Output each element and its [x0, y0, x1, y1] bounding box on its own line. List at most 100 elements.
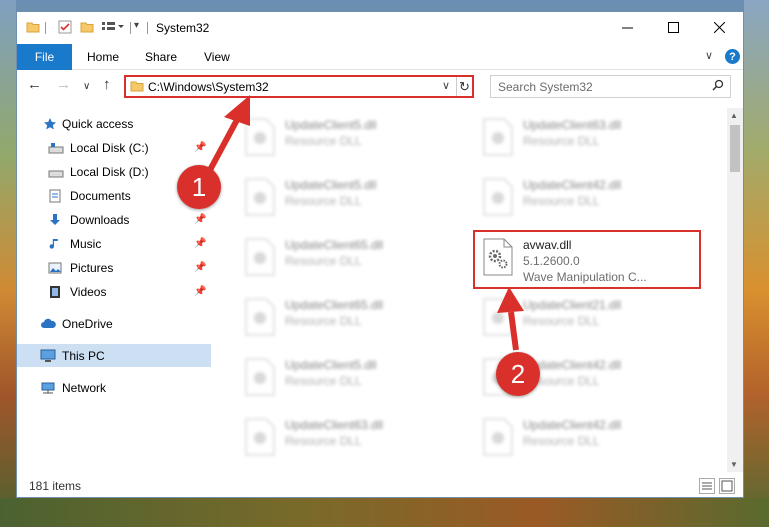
- sidebar-item-label: Music: [70, 236, 102, 251]
- list-item[interactable]: UpdateClient65.dll Resource DLL: [237, 292, 459, 348]
- network-icon: [40, 381, 56, 395]
- vertical-scrollbar[interactable]: ▲ ▼: [727, 108, 743, 472]
- minimize-button[interactable]: [604, 12, 650, 42]
- scroll-thumb[interactable]: [730, 125, 740, 172]
- sidebar-item-label: Pictures: [70, 260, 114, 275]
- file-type: Resource DLL: [523, 314, 600, 328]
- address-bar[interactable]: C:\Windows\System32 ∨ ↻: [124, 75, 474, 98]
- drive-icon: [48, 141, 64, 155]
- properties-icon[interactable]: [58, 20, 72, 37]
- selected-file-highlight: [473, 230, 701, 289]
- quick-access-dropdown-icon[interactable]: ▾: [134, 20, 139, 31]
- search-placeholder: Search System32: [498, 80, 593, 94]
- sidebar-item-label: Documents: [70, 188, 131, 203]
- list-item[interactable]: UpdateClient5.dll Resource DLL: [237, 172, 459, 228]
- scroll-down-icon[interactable]: ▼: [730, 460, 738, 469]
- file-list: UpdateClient5.dll Resource DLL UpdateCli…: [213, 108, 727, 472]
- sidebar-item-label: OneDrive: [62, 316, 113, 331]
- tab-home[interactable]: Home: [87, 50, 119, 64]
- star-icon: [43, 117, 59, 131]
- file-name: UpdateClient65.dll: [285, 238, 384, 252]
- tab-view[interactable]: View: [204, 50, 230, 64]
- search-icon[interactable]: [712, 79, 724, 94]
- ribbon: File Home Share View ∨ ?: [17, 44, 743, 70]
- file-type: Resource DLL: [285, 374, 362, 388]
- file-type: Resource DLL: [285, 434, 362, 448]
- recent-locations-icon[interactable]: ∨: [83, 79, 90, 95]
- tab-file[interactable]: File: [17, 44, 72, 70]
- up-arrow-icon[interactable]: ↑: [103, 77, 111, 93]
- folder-icon: [130, 79, 144, 96]
- sidebar-item-quick-access[interactable]: Quick access: [17, 112, 211, 135]
- file-type: Resource DLL: [285, 134, 362, 148]
- pin-icon[interactable]: 📌: [194, 286, 206, 297]
- list-item[interactable]: UpdateClient21.dll Resource DLL: [475, 292, 697, 348]
- file-name: UpdateClient21.dll: [523, 298, 622, 312]
- toolbar-separator: [45, 22, 46, 34]
- list-item[interactable]: UpdateClient63.dll Resource DLL: [475, 112, 697, 168]
- refresh-icon[interactable]: ↻: [456, 77, 472, 96]
- pictures-icon: [48, 261, 64, 275]
- sidebar-item-label: Downloads: [70, 212, 130, 227]
- list-item[interactable]: UpdateClient5.dll Resource DLL: [237, 112, 459, 168]
- file-type: Resource DLL: [285, 254, 362, 268]
- list-item[interactable]: UpdateClient42.dll Resource DLL: [475, 172, 697, 228]
- list-item[interactable]: UpdateClient42.dll Resource DLL: [475, 412, 697, 468]
- folder-icon: [26, 20, 40, 37]
- pin-icon[interactable]: 📌: [194, 262, 206, 273]
- pin-icon[interactable]: 📌: [194, 142, 206, 153]
- toolbar-separator: [130, 22, 131, 34]
- sidebar-item-pictures[interactable]: Pictures 📌: [17, 256, 211, 279]
- new-folder-icon[interactable]: [80, 20, 94, 37]
- address-dropdown-icon[interactable]: ∨: [442, 79, 450, 92]
- sidebar-item-downloads[interactable]: Downloads 📌: [17, 208, 211, 231]
- list-item[interactable]: UpdateClient5.dll Resource DLL: [237, 352, 459, 408]
- file-name: UpdateClient5.dll: [285, 358, 377, 372]
- dll-file-icon: [245, 238, 275, 276]
- ribbon-expand-icon[interactable]: ∨: [705, 49, 713, 62]
- sidebar-item-network[interactable]: Network: [17, 376, 211, 399]
- file-name: UpdateClient63.dll: [285, 418, 384, 432]
- music-icon: [48, 237, 64, 251]
- customize-toolbar-icon[interactable]: [101, 20, 125, 37]
- file-type: Resource DLL: [285, 194, 362, 208]
- pin-icon[interactable]: 📌: [194, 214, 206, 225]
- forward-arrow-icon[interactable]: →: [56, 77, 71, 93]
- sidebar-item-onedrive[interactable]: OneDrive: [17, 312, 211, 335]
- navigation-pane: Quick access Local Disk (C:) 📌 Local Dis…: [17, 112, 211, 472]
- back-arrow-icon[interactable]: ←: [27, 77, 42, 93]
- file-name: UpdateClient42.dll: [523, 178, 622, 192]
- sidebar-item-label: Videos: [70, 284, 107, 299]
- file-name: UpdateClient42.dll: [523, 418, 622, 432]
- search-box[interactable]: Search System32: [490, 75, 731, 98]
- navigation-bar: ← → ∨ ↑ C:\Windows\System32 ∨ ↻ Search S…: [17, 70, 743, 102]
- large-icons-view-icon[interactable]: [719, 478, 735, 494]
- maximize-button[interactable]: [650, 12, 696, 42]
- dll-file-icon: [245, 178, 275, 216]
- desktop-wallpaper-bottom: [0, 498, 769, 527]
- videos-icon: [48, 285, 64, 299]
- sidebar-item-label: Local Disk (C:): [70, 140, 149, 155]
- sidebar-item-label: Quick access: [62, 116, 134, 131]
- callout-number-one: 1: [177, 165, 221, 209]
- sidebar-item-videos[interactable]: Videos 📌: [17, 280, 211, 303]
- dll-file-icon: [245, 358, 275, 396]
- dll-file-icon: [483, 178, 513, 216]
- tab-share[interactable]: Share: [145, 50, 177, 64]
- sidebar-item-local-disk-c[interactable]: Local Disk (C:) 📌: [17, 136, 211, 159]
- drive-icon: [48, 165, 64, 179]
- details-view-icon[interactable]: [699, 478, 715, 494]
- dll-file-icon: [245, 118, 275, 156]
- status-bar: 181 items: [17, 475, 743, 497]
- pin-icon[interactable]: 📌: [194, 238, 206, 249]
- sidebar-item-music[interactable]: Music 📌: [17, 232, 211, 255]
- sidebar-item-this-pc[interactable]: This PC: [17, 344, 211, 367]
- list-item[interactable]: UpdateClient65.dll Resource DLL: [237, 232, 459, 288]
- help-icon[interactable]: ?: [725, 49, 740, 64]
- file-name: UpdateClient65.dll: [285, 298, 384, 312]
- title-bar: ▾ System32: [17, 12, 743, 44]
- scroll-up-icon[interactable]: ▲: [730, 111, 738, 120]
- list-item[interactable]: UpdateClient63.dll Resource DLL: [237, 412, 459, 468]
- address-path[interactable]: C:\Windows\System32: [148, 80, 269, 94]
- close-button[interactable]: [696, 12, 742, 42]
